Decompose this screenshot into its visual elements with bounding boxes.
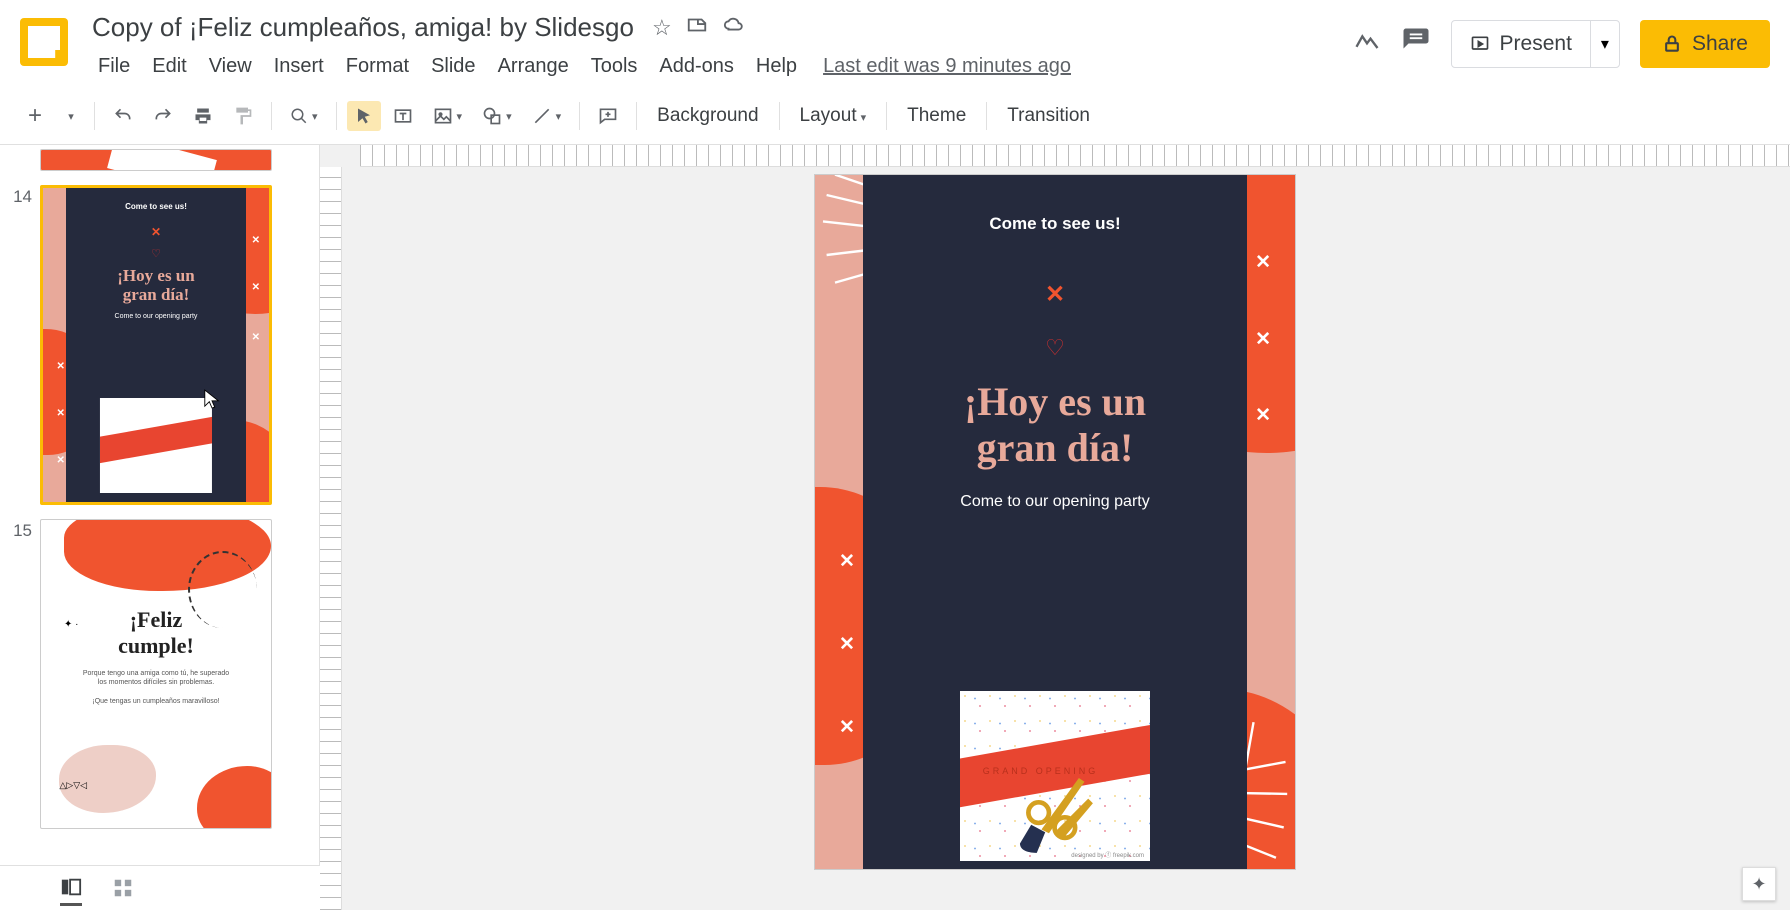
explore-button[interactable]: ✦	[1742, 867, 1776, 901]
menu-tools[interactable]: Tools	[581, 51, 648, 82]
last-edit-link[interactable]: Last edit was 9 minutes ago	[823, 55, 1071, 78]
line-tool[interactable]	[524, 100, 570, 132]
ruler-vertical	[320, 167, 342, 910]
image-credit: designed by ⓕ freepik.com	[1071, 850, 1144, 859]
canvas[interactable]: Come to see us! ✕ ♡ ¡Hoy es ungran día! …	[320, 145, 1790, 910]
menu-edit[interactable]: Edit	[142, 51, 196, 82]
x-icon: ✕	[151, 225, 161, 239]
redo-button[interactable]	[145, 100, 181, 132]
menu-addons[interactable]: Add-ons	[649, 51, 744, 82]
heart-icon[interactable]: ♡	[1045, 335, 1065, 361]
thumb-title: ¡Hoy es ungran día!	[117, 266, 194, 305]
move-icon[interactable]	[686, 14, 708, 42]
share-label: Share	[1692, 32, 1748, 56]
ruler-horizontal	[360, 145, 1790, 167]
shape-tool[interactable]	[474, 100, 520, 132]
select-tool[interactable]	[347, 101, 381, 131]
cloud-icon[interactable]	[722, 14, 746, 42]
slide-thumb-15[interactable]: ✦ · ¡Felizcumple! Porque tengo una amiga…	[40, 519, 272, 829]
x-icon[interactable]: ✕	[1255, 251, 1271, 274]
x-icon: ✕	[252, 235, 260, 246]
menu-format[interactable]: Format	[336, 51, 419, 82]
menu-slide[interactable]: Slide	[421, 51, 485, 82]
image-tool[interactable]	[425, 100, 471, 132]
transition-button[interactable]: Transition	[997, 99, 1100, 133]
thumb-heading: Come to see us!	[125, 202, 187, 211]
x-icon: ✕	[57, 455, 65, 466]
new-slide-button[interactable]: +	[20, 96, 50, 136]
share-button[interactable]: Share	[1640, 20, 1770, 68]
thumb15-text: Porque tengo una amiga como tú, he super…	[41, 669, 271, 689]
comments-icon[interactable]	[1401, 26, 1431, 63]
paint-format-button[interactable]	[225, 100, 261, 132]
x-icon: ✕	[252, 282, 260, 293]
thumb-number: 15	[10, 519, 40, 541]
activity-icon[interactable]	[1353, 27, 1381, 62]
present-button[interactable]: Present	[1452, 32, 1590, 56]
x-icon: ✕	[57, 361, 65, 372]
scissors-icon	[1008, 764, 1103, 858]
thumb15-text2: ¡Que tengas un cumpleaños maravilloso!	[41, 697, 271, 707]
theme-button[interactable]: Theme	[897, 99, 976, 133]
slide-thumb-14[interactable]: Come to see us! ✕ ♡ ¡Hoy es ungran día! …	[40, 185, 272, 505]
menu-help[interactable]: Help	[746, 51, 807, 82]
slide-image[interactable]: GRAND OPENING designed by ⓕ freepik.com	[960, 691, 1150, 861]
x-icon[interactable]: ✕	[839, 716, 855, 739]
menu-arrange[interactable]: Arrange	[488, 51, 579, 82]
undo-button[interactable]	[105, 100, 141, 132]
comment-tool[interactable]	[590, 100, 626, 132]
toolbar: + Background Layout Theme Transition	[0, 88, 1790, 145]
layout-button[interactable]: Layout	[790, 99, 877, 133]
thumb-sub: Come to our opening party	[115, 313, 198, 320]
x-icon: ✕	[57, 408, 65, 419]
x-icon: ✕	[252, 332, 260, 343]
slide-heading[interactable]: Come to see us!	[989, 214, 1120, 234]
slide-panel[interactable]: 14 Come to see us! ✕ ♡ ¡Hoy es ungran dí…	[0, 145, 320, 910]
slide-canvas[interactable]: Come to see us! ✕ ♡ ¡Hoy es ungran día! …	[815, 175, 1295, 869]
heart-icon: ♡	[151, 247, 161, 260]
present-label: Present	[1500, 32, 1572, 56]
x-icon[interactable]: ✕	[1255, 404, 1271, 427]
new-slide-dropdown[interactable]	[54, 104, 84, 129]
thumb-number: 14	[10, 185, 40, 207]
present-dropdown[interactable]: ▾	[1590, 21, 1619, 67]
print-button[interactable]	[185, 100, 221, 132]
zoom-button[interactable]	[282, 101, 326, 131]
slide-thumb-13[interactable]	[40, 149, 272, 171]
menu-insert[interactable]: Insert	[264, 51, 334, 82]
view-bar	[0, 865, 320, 915]
x-icon[interactable]: ✕	[839, 633, 855, 656]
star-icon[interactable]: ☆	[652, 15, 672, 41]
textbox-tool[interactable]	[385, 100, 421, 132]
background-button[interactable]: Background	[647, 99, 768, 133]
slides-logo[interactable]	[20, 18, 68, 66]
doc-title[interactable]: Copy of ¡Feliz cumpleaños, amiga! by Sli…	[88, 10, 638, 45]
filmstrip-view-icon[interactable]	[60, 876, 82, 906]
menu-file[interactable]: File	[88, 51, 140, 82]
x-icon[interactable]: ✕	[839, 550, 855, 573]
slide-subtitle[interactable]: Come to our opening party	[960, 493, 1149, 511]
grid-view-icon[interactable]	[112, 877, 134, 904]
x-icon[interactable]: ✕	[1255, 328, 1271, 351]
menu-view[interactable]: View	[199, 51, 262, 82]
slide-title[interactable]: ¡Hoy es ungran día!	[964, 379, 1146, 471]
x-icon[interactable]: ✕	[1045, 280, 1065, 309]
